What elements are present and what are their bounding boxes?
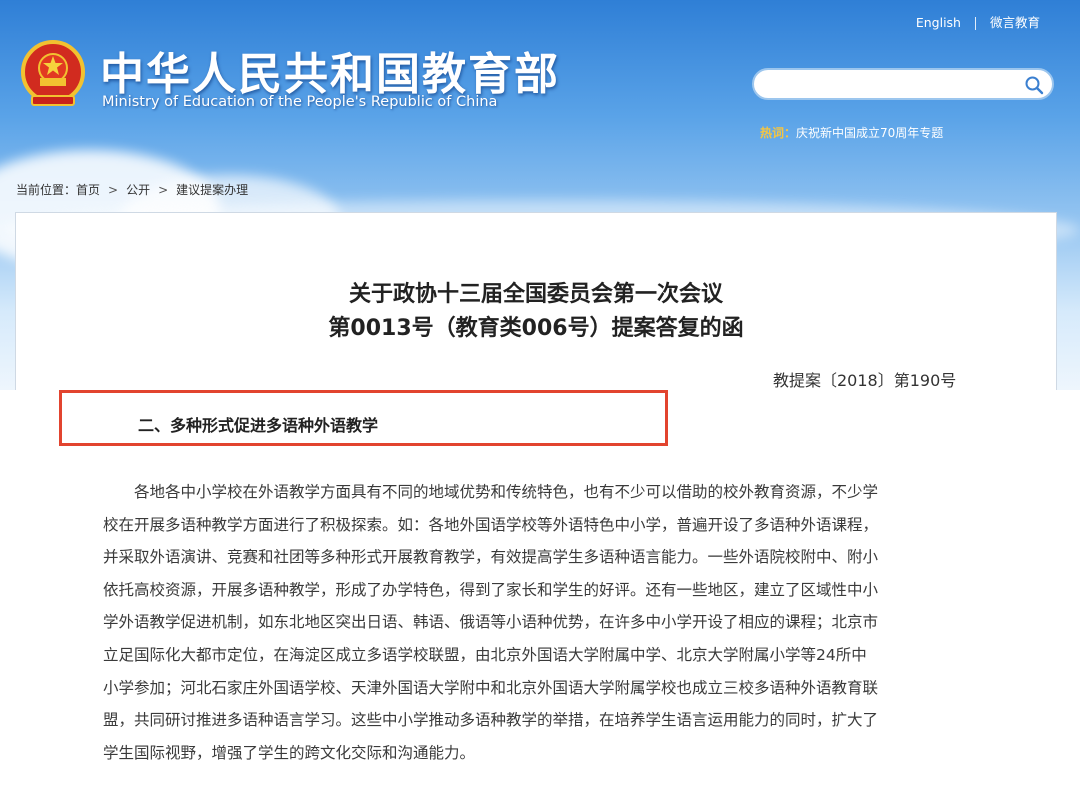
- site-logo-subtitle[interactable]: Ministry of Education of the People's Re…: [102, 94, 497, 110]
- breadcrumb-separator: >: [158, 183, 169, 197]
- english-link[interactable]: English: [916, 15, 961, 30]
- paragraph-line: 学生国际视野，增强了学生的跨文化交际和沟通能力。: [103, 743, 476, 762]
- divider: [974, 17, 976, 30]
- paragraph-line: 小学参加；河北石家庄外国语学校、天津外国语大学附中和北京外国语大学附属学校也成立…: [103, 678, 879, 697]
- breadcrumb-home[interactable]: 首页: [76, 183, 100, 197]
- breadcrumb: 当前位置：首页 > 公开 > 建议提案办理: [16, 181, 248, 198]
- paragraph-line: 学外语教学促进机制，如东北地区突出日语、韩语、俄语等小语种优势，在许多中小学开设…: [103, 613, 879, 632]
- paragraph-line: 立足国际化大都市定位，在海淀区成立多语学校联盟，由北京外国语大学附属中学、北京大…: [103, 645, 867, 664]
- paragraph-line: 校在开展多语种教学方面进行了积极探索。如：各地外国语学校等外语特色中小学，普遍开…: [103, 515, 879, 534]
- paragraph-line: 并采取外语演讲、竞赛和社团等多种形式开展教育教学，有效提高学生多语种语言能力。一…: [103, 548, 879, 567]
- paragraph-line: 各地各中小学校在外语教学方面具有不同的地域优势和传统特色，也有不少可以借助的校外…: [103, 483, 879, 501]
- document-title-line1: 关于政协十三届全国委员会第一次会议: [348, 282, 723, 307]
- national-emblem-icon[interactable]: [20, 38, 86, 110]
- search-icon[interactable]: [1024, 75, 1044, 95]
- hot-words: 热词：庆祝新中国成立70周年专题: [760, 124, 943, 141]
- hot-words-label: 热词：: [760, 126, 797, 140]
- document-paragraph: 各地各中小学校在外语教学方面具有不同的地域优势和传统特色，也有不少可以借助的校外…: [103, 476, 980, 769]
- hot-words-link[interactable]: 庆祝新中国成立70周年专题: [796, 126, 943, 140]
- top-links: English 微言教育: [916, 12, 1040, 31]
- document-title-line2: 第0013号（教育类006号）提案答复的函: [328, 316, 744, 341]
- search-input[interactable]: [768, 76, 1022, 96]
- breadcrumb-separator: >: [108, 183, 119, 197]
- breadcrumb-proposal[interactable]: 建议提案办理: [176, 183, 248, 197]
- weiyan-link[interactable]: 微言教育: [990, 15, 1040, 30]
- site-logo-title[interactable]: 中华人民共和国教育部: [100, 38, 560, 102]
- breadcrumb-prefix: 当前位置：: [16, 183, 77, 197]
- search-box: [752, 68, 1054, 100]
- site-header: 中华人民共和国教育部 Ministry of Education of the …: [0, 0, 1080, 390]
- breadcrumb-open[interactable]: 公开: [126, 183, 150, 197]
- section-title: 二、多种形式促进多语种外语教学: [138, 416, 379, 435]
- paragraph-line: 依托高校资源，开展多语种教学，形成了办学特色，得到了家长和学生的好评。还有一些地…: [103, 580, 879, 599]
- paragraph-line: 盟，共同研讨推进多语种语言学习。这些中小学推动多语种教学的举措，在培养学生语言运…: [103, 711, 879, 730]
- document-number: 教提案〔2018〕第190号: [773, 371, 957, 390]
